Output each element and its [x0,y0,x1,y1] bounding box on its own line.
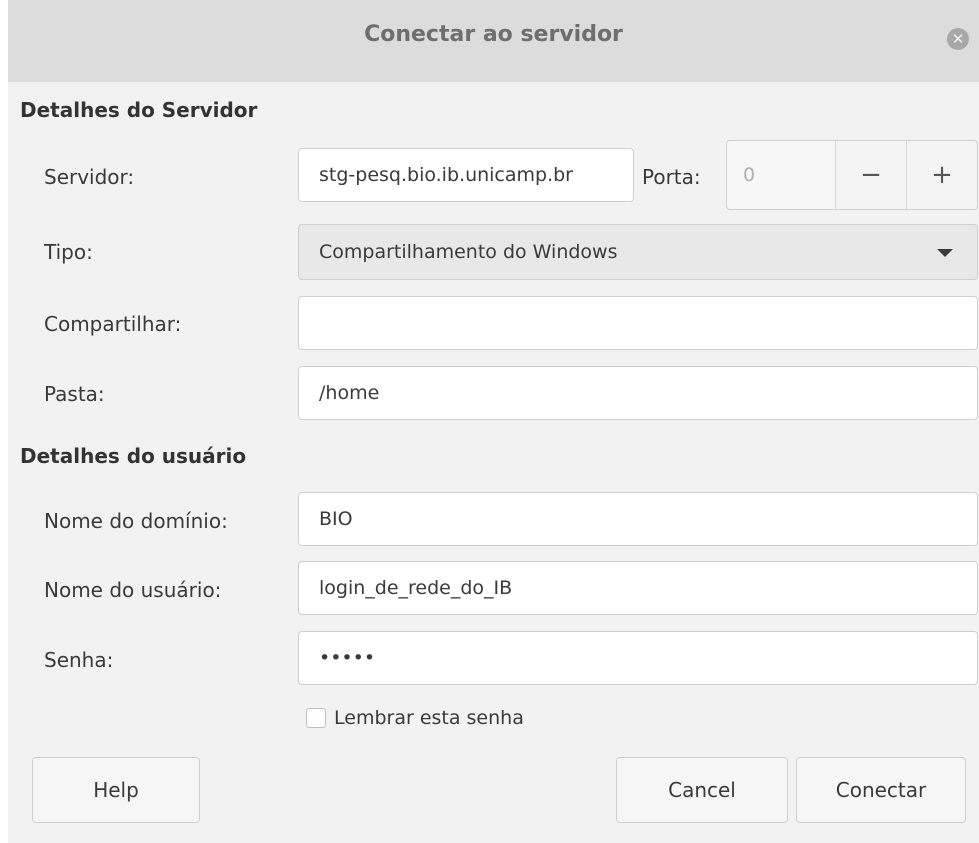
type-label: Tipo: [44,240,93,264]
folder-input[interactable]: /home [298,366,978,420]
username-label: Nome do usuário: [44,578,222,602]
share-label: Compartilhar: [44,312,182,336]
server-details-heading: Detalhes do Servidor [20,98,258,122]
password-input[interactable]: ••••• [298,631,978,685]
folder-label: Pasta: [44,382,105,406]
chevron-down-icon [937,249,953,257]
window-title: Conectar ao servidor [364,22,623,47]
port-increment-button[interactable]: + [907,141,977,209]
port-decrement-button[interactable]: − [836,141,907,209]
username-input[interactable]: login_de_rede_do_IB [298,561,978,615]
server-input[interactable]: stg-pesq.bio.ib.unicamp.br [298,148,634,202]
type-select[interactable]: Compartilhamento do Windows [298,224,978,280]
share-input[interactable] [298,296,978,350]
port-input[interactable]: 0 [727,141,836,209]
user-details-heading: Detalhes do usuário [20,444,247,468]
domain-label: Nome do domínio: [44,509,228,533]
help-button[interactable]: Help [32,757,200,823]
password-label: Senha: [44,648,114,672]
remember-password-label[interactable]: Lembrar esta senha [334,707,524,729]
close-icon[interactable]: ✕ [947,28,969,50]
type-select-value: Compartilhamento do Windows [319,241,618,263]
remember-password-checkbox[interactable] [306,708,326,728]
remember-password-row[interactable]: Lembrar esta senha [306,707,524,729]
domain-input[interactable]: BIO [298,492,978,546]
cancel-button[interactable]: Cancel [616,757,788,823]
connect-to-server-dialog: Conectar ao servidor ✕ Detalhes do Servi… [8,0,979,843]
server-label: Servidor: [44,165,135,189]
port-spinbutton: 0 − + [726,140,978,210]
port-label: Porta: [642,165,701,189]
title-bar[interactable]: Conectar ao servidor ✕ [8,0,979,82]
connect-button[interactable]: Conectar [796,757,966,823]
